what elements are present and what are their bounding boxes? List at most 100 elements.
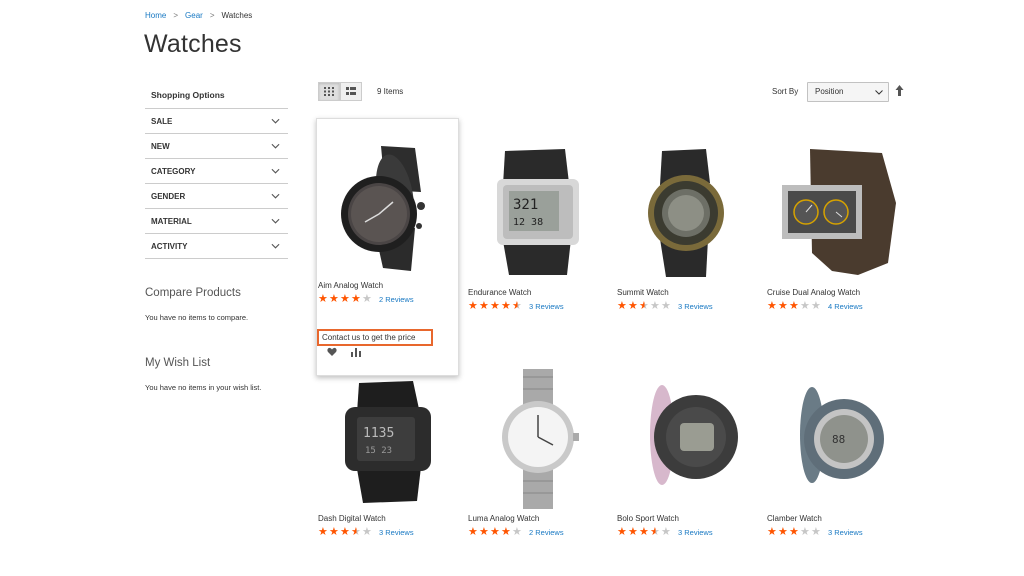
breadcrumb-gear-link[interactable]: Gear [185,11,203,20]
star-icon: ★ [318,526,328,538]
grid-icon [324,87,334,96]
grid-view-button[interactable] [318,82,340,101]
product-name[interactable]: Luma Analog Watch [468,514,608,523]
product-item[interactable]: Summit Watch ★ ★ ★ ★ ★ 3 Reviews [617,138,757,312]
star-icon: ★ [767,300,777,312]
reviews-link[interactable]: 2 Reviews [529,528,564,537]
reviews-link[interactable]: 3 Reviews [678,302,713,311]
product-name[interactable]: Cruise Dual Analog Watch [767,288,907,297]
filter-new[interactable]: NEW [145,134,288,159]
rating-stars: ★ ★ ★ ★ ★ [468,527,523,538]
breadcrumb-separator: > [173,11,179,20]
chevron-down-icon [271,218,280,224]
filter-sale[interactable]: SALE [145,109,288,134]
product-name[interactable]: Summit Watch [617,288,757,297]
product-image[interactable] [468,364,608,514]
chevron-down-icon [271,243,280,249]
filter-gender[interactable]: GENDER [145,184,288,209]
filter-label: GENDER [151,191,186,201]
chevron-down-icon [271,118,280,124]
star-icon: ★ [628,300,638,312]
sort-by-select[interactable]: Position [807,82,889,102]
star-icon: ★ [351,293,361,305]
chevron-down-icon [875,90,883,95]
breadcrumb-separator: > [209,11,215,20]
product-image[interactable] [318,131,458,281]
star-icon: ★ [617,526,627,538]
star-icon: ★ [639,300,649,312]
contact-price-text: Contact us to get the price [317,329,433,346]
filter-label: MATERIAL [151,216,192,226]
product-rating: ★ ★ ★ ★ ★ 2 Reviews [318,294,458,305]
filter-material[interactable]: MATERIAL [145,209,288,234]
star-icon: ★ [617,300,627,312]
product-image[interactable] [617,138,757,288]
compare-icon[interactable] [351,347,361,357]
bolo-sport-watch-image [650,385,738,485]
reviews-link[interactable]: 4 Reviews [828,302,863,311]
product-item[interactable]: 321 12 38 Endurance Watch ★ ★ ★ ★ ★ 3 Review… [468,138,608,312]
wishlist-title: My Wish List [145,357,211,369]
breadcrumb-current: Watches [221,11,253,20]
svg-text:88: 88 [832,433,845,446]
product-item[interactable]: Aim Analog Watch ★ ★ ★ ★ ★ 2 Reviews [318,131,458,305]
view-mode-switcher [318,82,362,101]
star-icon: ★ [767,526,777,538]
product-item[interactable]: 1135 15 23 Dash Digital Watch ★ ★ ★ ★ ★ 3 Re… [318,364,458,538]
breadcrumb-home-link[interactable]: Home [145,11,166,20]
product-actions [327,347,361,357]
product-image[interactable]: 88 [767,364,907,514]
star-icon: ★ [800,526,810,538]
product-name[interactable]: Dash Digital Watch [318,514,458,523]
product-item[interactable]: Bolo Sport Watch ★ ★ ★ ★ ★ 3 Reviews [617,364,757,538]
product-image[interactable] [617,364,757,514]
star-icon: ★ [340,526,350,538]
rating-stars: ★ ★ ★ ★ ★ [617,527,672,538]
star-icon: ★ [628,526,638,538]
chevron-down-icon [271,143,280,149]
product-rating: ★ ★ ★ ★ ★ 3 Reviews [617,301,757,312]
star-icon: ★ [329,293,339,305]
filter-activity[interactable]: ACTIVITY [145,234,288,259]
cruise-dual-analog-watch-image [782,149,896,275]
product-name[interactable]: Clamber Watch [767,514,907,523]
reviews-link[interactable]: 3 Reviews [678,528,713,537]
product-name[interactable]: Endurance Watch [468,288,608,297]
product-rating: ★ ★ ★ ★ ★ 3 Reviews [617,527,757,538]
product-image[interactable]: 1135 15 23 [318,364,458,514]
compare-products-title: Compare Products [145,287,241,299]
sort-direction-arrow-icon[interactable] [894,84,905,97]
reviews-link[interactable]: 2 Reviews [379,295,414,304]
star-icon: ★ [501,300,511,312]
product-name[interactable]: Aim Analog Watch [318,281,458,290]
breadcrumb: Home > Gear > Watches [145,11,252,20]
heart-icon[interactable] [327,347,337,357]
product-name[interactable]: Bolo Sport Watch [617,514,757,523]
rating-stars: ★ ★ ★ ★ ★ [767,301,822,312]
aim-analog-watch-image [341,146,425,271]
filter-label: CATEGORY [151,166,196,176]
star-icon: ★ [650,526,660,538]
product-image[interactable] [767,138,907,288]
svg-text:321: 321 [513,197,538,213]
product-item[interactable]: Luma Analog Watch ★ ★ ★ ★ ★ 2 Reviews [468,364,608,538]
reviews-link[interactable]: 3 Reviews [379,528,414,537]
star-icon: ★ [490,526,500,538]
product-rating: ★ ★ ★ ★ ★ 3 Reviews [468,301,608,312]
star-icon: ★ [778,300,788,312]
endurance-watch-image: 321 12 38 [497,149,579,275]
reviews-link[interactable]: 3 Reviews [828,528,863,537]
shopping-options-title: Shopping Options [145,82,288,109]
star-icon: ★ [661,300,671,312]
filter-label: SALE [151,116,173,126]
luma-analog-watch-image [502,369,579,509]
filter-category[interactable]: CATEGORY [145,159,288,184]
product-item[interactable]: Cruise Dual Analog Watch ★ ★ ★ ★ ★ 4 Reviews [767,138,907,312]
star-icon: ★ [468,526,478,538]
product-image[interactable]: 321 12 38 [468,138,608,288]
product-item[interactable]: 88 Clamber Watch ★ ★ ★ ★ ★ 3 Reviews [767,364,907,538]
list-view-button[interactable] [340,82,362,101]
reviews-link[interactable]: 3 Reviews [529,302,564,311]
star-icon: ★ [512,300,522,312]
page-title: Watches [144,30,242,58]
